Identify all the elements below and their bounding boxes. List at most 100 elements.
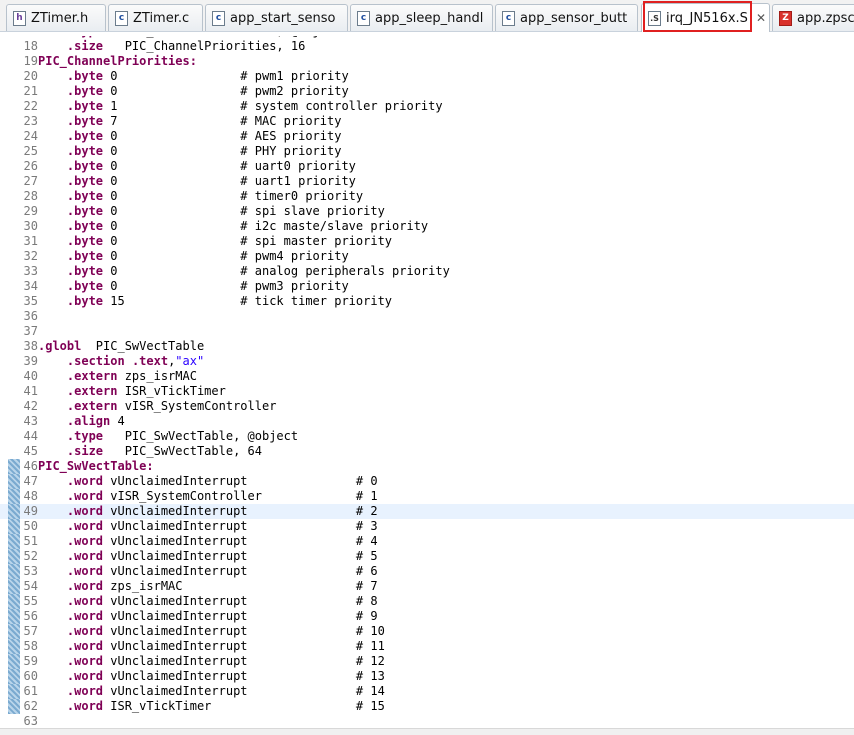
code-line[interactable]: 41 .extern ISR_vTickTimer — [0, 384, 854, 399]
line-number: 61 — [23, 684, 38, 698]
code-line[interactable]: 37 — [0, 324, 854, 339]
tab-label: app.zpscf — [797, 10, 854, 26]
code-line[interactable]: 44 .type PIC_SwVectTable, @object — [0, 429, 854, 444]
code-line[interactable]: 28 .byte 0 # timer0 priority — [0, 189, 854, 204]
code-token: PIC_SwVectTable, 64 — [103, 444, 262, 458]
code-line[interactable]: 19 PIC_ChannelPriorities: — [0, 54, 854, 69]
directive-token: .byte — [66, 129, 104, 143]
code-line[interactable]: 52 .word vUnclaimedInterrupt # 5 — [0, 549, 854, 564]
line-number: 55 — [23, 594, 38, 608]
code-text: .byte 0 # spi slave priority — [38, 204, 385, 219]
code-line[interactable]: 49 .word vUnclaimedInterrupt # 2 — [0, 504, 854, 519]
code-line[interactable]: 58 .word vUnclaimedInterrupt # 11 — [0, 639, 854, 654]
code-token: vUnclaimedInterrupt # 3 — [103, 519, 378, 533]
code-line[interactable]: 53 .word vUnclaimedInterrupt # 6 — [0, 564, 854, 579]
line-number: 53 — [23, 564, 38, 578]
line-number: 34 — [23, 279, 38, 293]
code-token: vUnclaimedInterrupt # 11 — [103, 639, 385, 653]
directive-token: .word — [66, 579, 104, 593]
code-line[interactable]: 33 .byte 0 # analog peripherals priority — [0, 264, 854, 279]
code-line[interactable]: 38 .globl PIC_SwVectTable — [0, 339, 854, 354]
code-text: .word vUnclaimedInterrupt # 14 — [38, 684, 385, 699]
code-line[interactable]: 42 .extern vISR_SystemController — [0, 399, 854, 414]
code-text: .byte 0 # i2c maste/slave priority — [38, 219, 428, 234]
line-number: 28 — [23, 189, 38, 203]
tab-app-start-senso[interactable]: c app_start_senso — [205, 4, 348, 31]
code-editor[interactable]: 17 .type PIC_ChannelPriorities, @object1… — [0, 32, 854, 734]
code-text: .byte 0 # spi master priority — [38, 234, 392, 249]
label-token: PIC_ChannelPriorities: — [38, 54, 197, 68]
code-line[interactable]: 31 .byte 0 # spi master priority — [0, 234, 854, 249]
tab-app-sleep-handl[interactable]: c app_sleep_handl — [350, 4, 493, 31]
code-line[interactable]: 54 .word zps_isrMAC # 7 — [0, 579, 854, 594]
tab-ztimer-h[interactable]: h ZTimer.h — [6, 4, 106, 31]
code-line[interactable]: 30 .byte 0 # i2c maste/slave priority — [0, 219, 854, 234]
code-line[interactable]: 21 .byte 0 # pwm2 priority — [0, 84, 854, 99]
code-line[interactable]: 62 .word ISR_vTickTimer # 15 — [0, 699, 854, 714]
code-line[interactable]: 61 .word vUnclaimedInterrupt # 14 — [0, 684, 854, 699]
code-text: .byte 0 # AES priority — [38, 129, 342, 144]
code-line[interactable]: 26 .byte 0 # uart0 priority — [0, 159, 854, 174]
code-line[interactable]: 36 — [0, 309, 854, 324]
code-token: 4 — [110, 414, 125, 428]
tab-app-sensor-butt[interactable]: c app_sensor_butt — [495, 4, 638, 31]
code-line[interactable]: 50 .word vUnclaimedInterrupt # 3 — [0, 519, 854, 534]
directive-token: .word — [66, 594, 104, 608]
code-line[interactable]: 27 .byte 0 # uart1 priority — [0, 174, 854, 189]
directive-token: .byte — [66, 219, 104, 233]
code-line[interactable]: 55 .word vUnclaimedInterrupt # 8 — [0, 594, 854, 609]
code-line[interactable]: 56 .word vUnclaimedInterrupt # 9 — [0, 609, 854, 624]
code-text: .word vISR_SystemController # 1 — [38, 489, 378, 504]
tab-ztimer-c[interactable]: c ZTimer.c — [108, 4, 203, 31]
code-line[interactable]: 48 .word vISR_SystemController # 1 — [0, 489, 854, 504]
line-number: 20 — [23, 69, 38, 83]
code-line[interactable]: 40 .extern zps_isrMAC — [0, 369, 854, 384]
code-line[interactable]: 22 .byte 1 # system controller priority — [0, 99, 854, 114]
directive-token: .byte — [66, 294, 104, 308]
code-line[interactable]: 24 .byte 0 # AES priority — [0, 129, 854, 144]
line-number: 23 — [23, 114, 38, 128]
code-line[interactable]: 43 .align 4 — [0, 414, 854, 429]
code-line[interactable]: 59 .word vUnclaimedInterrupt # 12 — [0, 654, 854, 669]
directive-token: .word — [66, 534, 104, 548]
code-line[interactable]: 20 .byte 0 # pwm1 priority — [0, 69, 854, 84]
code-line[interactable]: 63 — [0, 714, 854, 729]
code-line[interactable]: 47 .word vUnclaimedInterrupt # 0 — [0, 474, 854, 489]
code-line[interactable]: 39 .section .text,"ax" — [0, 354, 854, 369]
code-line[interactable]: 57 .word vUnclaimedInterrupt # 10 — [0, 624, 854, 639]
code-text: .byte 0 # PHY priority — [38, 144, 342, 159]
code-line[interactable]: 23 .byte 7 # MAC priority — [0, 114, 854, 129]
code-line[interactable]: 46 PIC_SwVectTable: — [0, 459, 854, 474]
code-line[interactable]: 51 .word vUnclaimedInterrupt # 4 — [0, 534, 854, 549]
code-line[interactable]: 32 .byte 0 # pwm4 priority — [0, 249, 854, 264]
line-number: 35 — [23, 294, 38, 308]
code-line[interactable]: 29 .byte 0 # spi slave priority — [0, 204, 854, 219]
code-text: .byte 0 # pwm3 priority — [38, 279, 349, 294]
code-text: .word vUnclaimedInterrupt # 4 — [38, 534, 378, 549]
directive-token: .byte — [66, 114, 104, 128]
code-line[interactable]: 34 .byte 0 # pwm3 priority — [0, 279, 854, 294]
line-number: 39 — [23, 354, 38, 368]
close-icon[interactable]: ✕ — [756, 11, 766, 25]
tab-irq-jn516x-s[interactable]: .S irq_JN516x.S ✕ — [641, 3, 770, 32]
code-line[interactable]: 45 .size PIC_SwVectTable, 64 — [0, 444, 854, 459]
code-line[interactable]: 60 .word vUnclaimedInterrupt # 13 — [0, 669, 854, 684]
code-line[interactable]: 25 .byte 0 # PHY priority — [0, 144, 854, 159]
code-line[interactable]: 18 .size PIC_ChannelPriorities, 16 — [0, 39, 854, 54]
code-line[interactable]: 35 .byte 15 # tick timer priority — [0, 294, 854, 309]
directive-token: .text — [131, 354, 169, 368]
tab-app-zpscfg[interactable]: Z app.zpscf — [772, 4, 854, 31]
